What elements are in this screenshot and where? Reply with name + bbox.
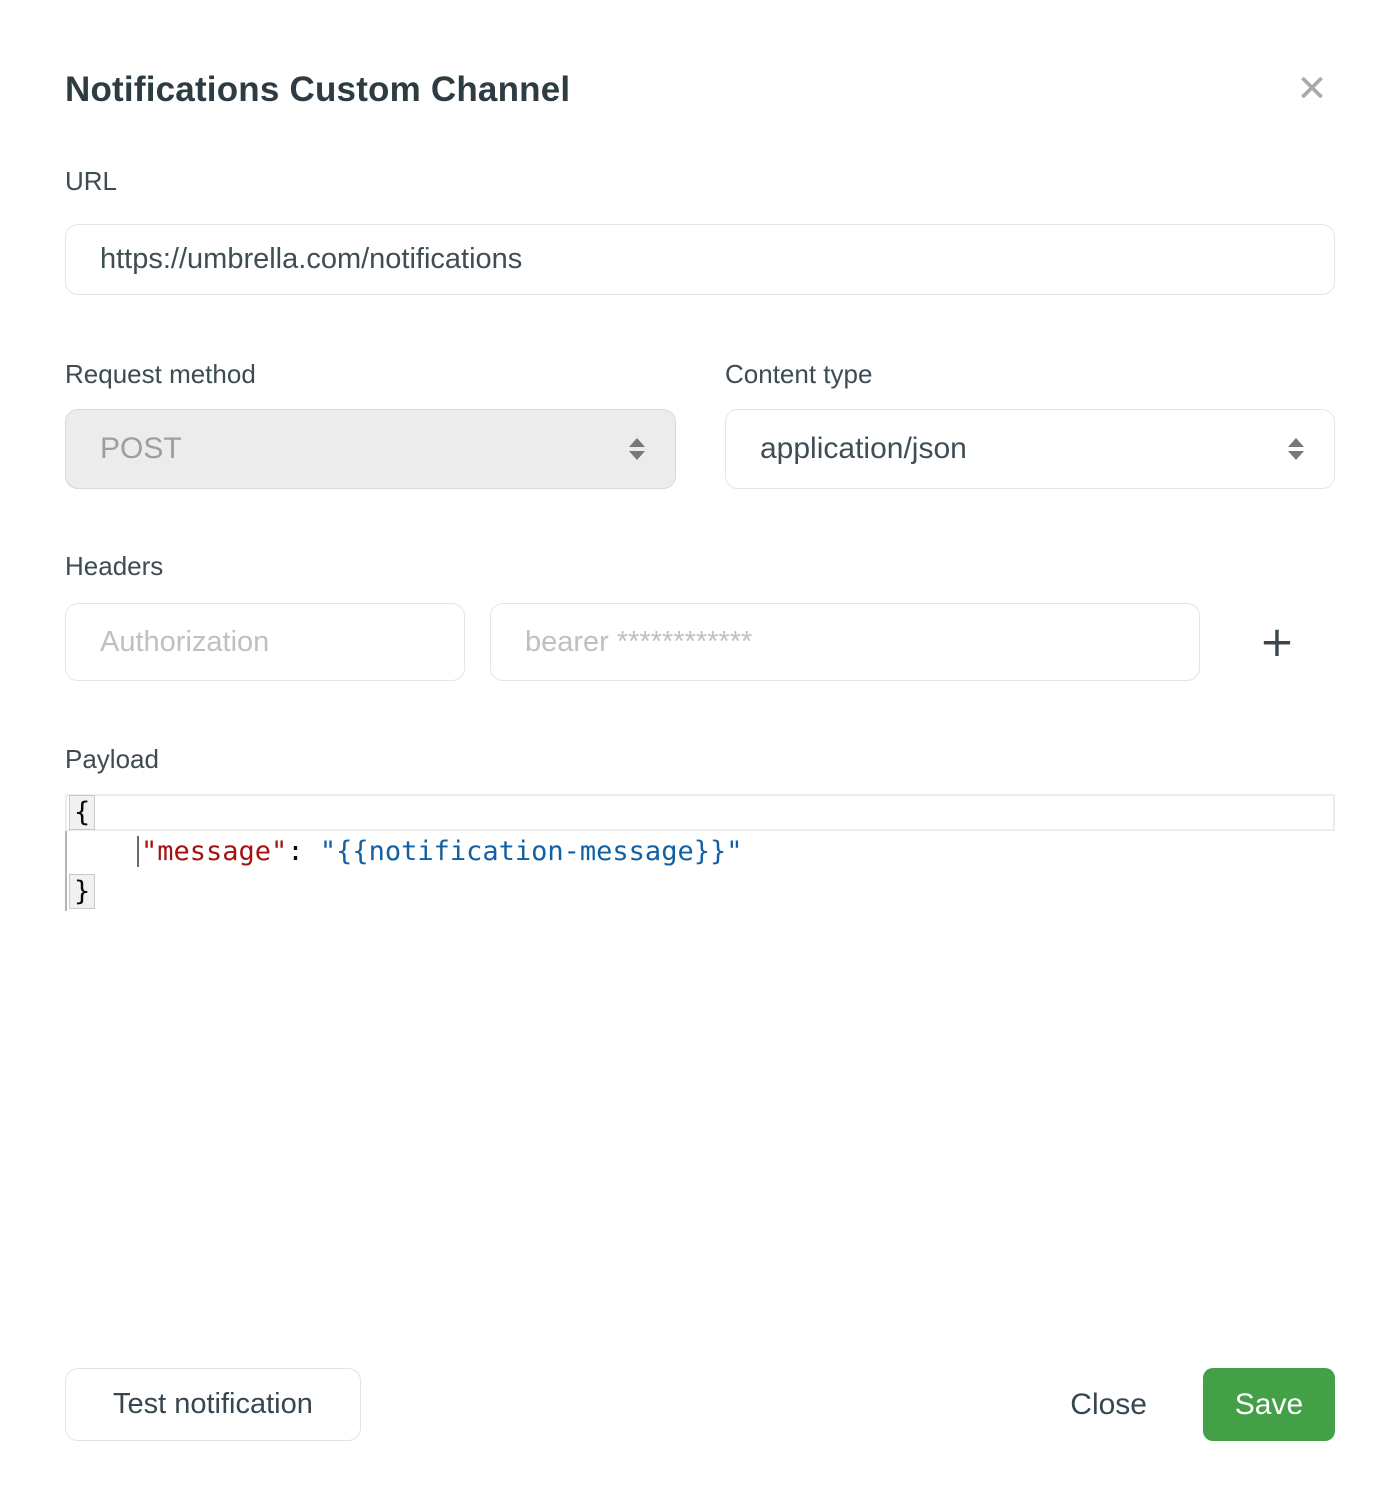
content-type-field: Content type application/json [725,359,1335,489]
notifications-channel-modal: Notifications Custom Channel ✕ URL Reque… [0,0,1400,1508]
request-method-value: POST [100,432,629,466]
content-type-value: application/json [760,432,1288,466]
select-arrows-icon [629,438,645,460]
json-value: "{{notification-message}}" [320,836,743,867]
matching-bracket-close: } [69,874,95,909]
payload-label: Payload [65,744,1335,775]
modal-close-button[interactable]: ✕ [1286,62,1338,114]
content-type-label: Content type [725,359,1335,390]
payload-code-editor[interactable]: { "message": "{{notification-message}}" … [65,794,1335,911]
matching-bracket-open: { [69,795,95,830]
test-notification-button[interactable]: Test notification [65,1368,361,1441]
request-method-field: Request method POST [65,359,676,489]
code-line-1: { [65,794,1335,831]
request-method-label: Request method [65,359,676,390]
method-contenttype-row: Request method POST Content type applica… [65,359,1335,489]
headers-label: Headers [65,551,1335,582]
editor-body: "message": "{{notification-message}}" } [65,831,1335,911]
url-input[interactable] [65,224,1335,295]
headers-section: Headers + [65,551,1335,681]
select-arrows-icon [1288,438,1304,460]
close-icon: ✕ [1296,70,1327,107]
plus-icon: + [1259,621,1294,663]
save-button[interactable]: Save [1203,1368,1335,1441]
url-label: URL [65,166,1335,197]
header-value-input[interactable] [490,603,1200,681]
header-name-input[interactable] [65,603,465,681]
content-type-select[interactable]: application/json [725,409,1335,489]
json-key: "message" [141,836,287,867]
code-line-2: "message": "{{notification-message}}" [67,831,1335,872]
code-line-3: } [67,872,1335,911]
add-header-button[interactable]: + [1247,612,1307,672]
modal-footer: Test notification Close Save [65,1368,1335,1441]
header-row: + [65,603,1335,681]
json-separator: : [287,836,320,867]
page-title: Notifications Custom Channel [65,70,1335,110]
request-method-select: POST [65,409,676,489]
payload-section: Payload { "message": "{{notification-mes… [65,744,1335,911]
text-cursor [137,836,139,867]
url-section: URL [65,166,1335,295]
close-button[interactable]: Close [1070,1388,1147,1422]
